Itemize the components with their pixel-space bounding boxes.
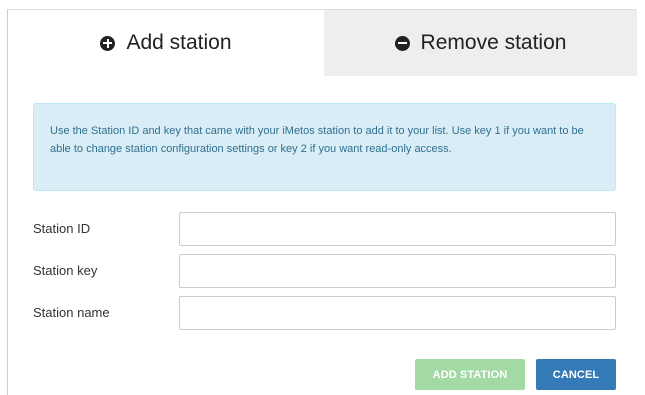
station-id-input[interactable]: [179, 212, 616, 246]
station-name-label: Station name: [33, 305, 110, 320]
add-station-button[interactable]: ADD STATION: [415, 359, 525, 390]
station-name-input[interactable]: [179, 296, 616, 330]
minus-circle-icon: [394, 35, 410, 51]
tab-remove-station[interactable]: Remove station: [324, 10, 637, 76]
station-key-row: Station key: [33, 254, 616, 288]
station-id-row: Station ID: [33, 212, 616, 246]
station-id-label: Station ID: [33, 221, 91, 236]
cancel-button[interactable]: CANCEL: [536, 359, 616, 390]
station-key-input[interactable]: [179, 254, 616, 288]
info-alert: Use the Station ID and key that came wit…: [33, 103, 616, 191]
tab-add-station-label: Add station: [126, 31, 232, 54]
plus-circle-icon: [100, 35, 116, 51]
tab-add-station[interactable]: Add station: [8, 10, 324, 76]
station-name-row: Station name: [33, 296, 616, 330]
add-station-dialog: Add station Remove station Use the Stati…: [7, 9, 637, 395]
tab-remove-station-label: Remove station: [420, 31, 567, 54]
tab-bar: Add station Remove station: [8, 10, 637, 76]
station-key-label: Station key: [33, 263, 98, 278]
